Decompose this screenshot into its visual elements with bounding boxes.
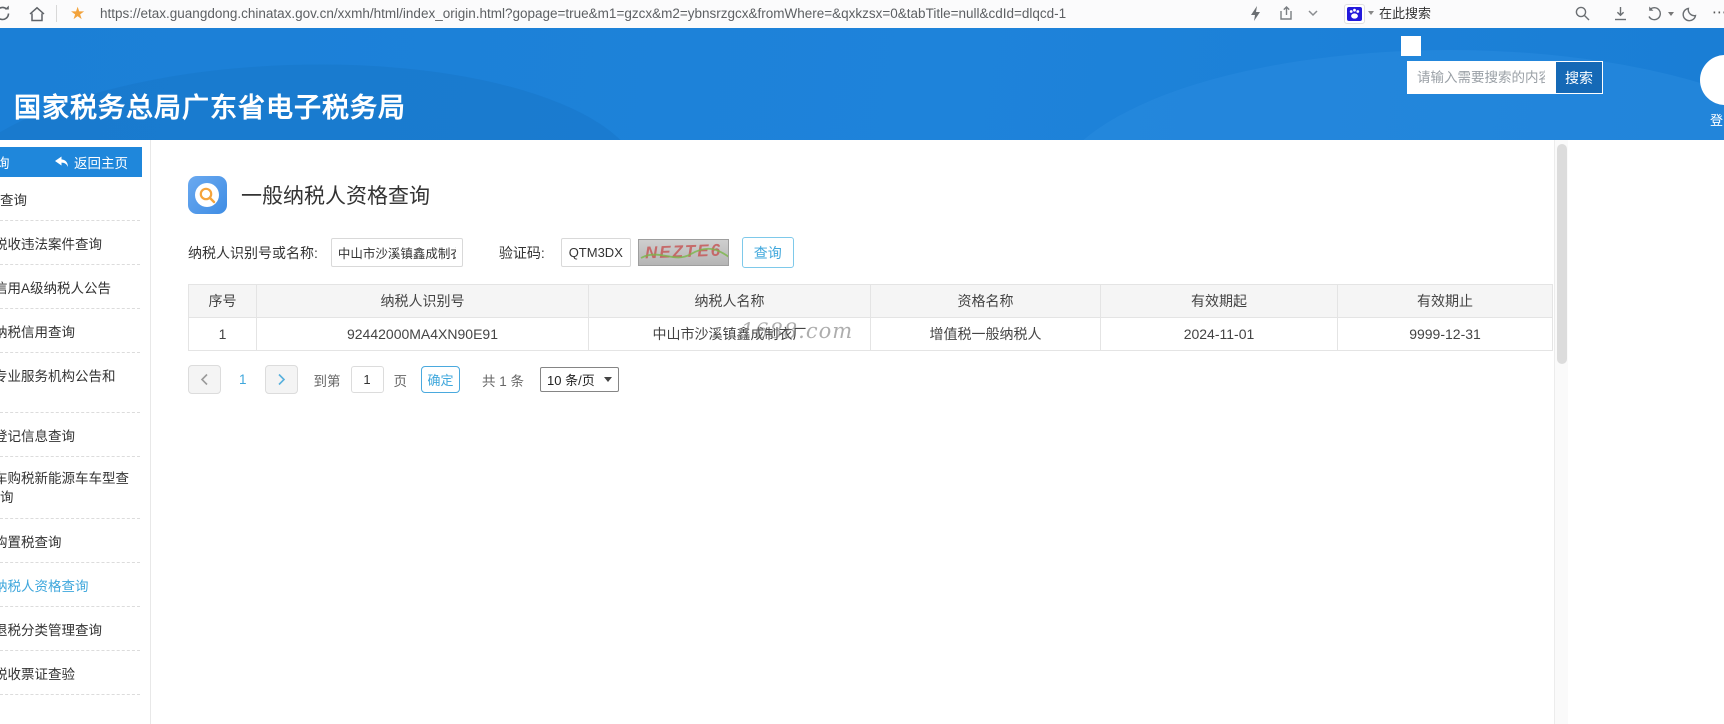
sidebar-item-tax-violation-case-query[interactable]: 税收违法案件查询 — [0, 221, 142, 265]
undo-dropdown-caret-icon[interactable] — [1668, 12, 1674, 16]
prev-page-button[interactable] — [188, 365, 221, 394]
query-form: 纳税人识别号或名称: 验证码: NEZTE6 查询 — [188, 237, 1724, 268]
captcha-noise-line-icon — [640, 247, 728, 259]
sidebar-item-taxpayer-qualification-query[interactable]: 纳税人资格查询 — [0, 563, 142, 607]
chevron-down-icon[interactable] — [1306, 5, 1320, 21]
back-home-link[interactable]: 返回主页 — [54, 152, 128, 172]
prev-arrow-icon — [200, 373, 208, 386]
current-page-number[interactable]: 1 — [239, 372, 247, 387]
paw-dropdown-caret-icon[interactable] — [1368, 11, 1374, 15]
site-banner: 国家税务总局广东省电子税务局 搜索 登 — [0, 28, 1724, 140]
captcha-label: 验证码: — [498, 244, 545, 261]
sidebar-item-new-energy-vehicle-type-query[interactable]: 车购税新能源车车型查询 — [0, 457, 142, 519]
find-icon[interactable] — [1574, 5, 1591, 22]
sidebar-item-grade-a-taxpayer-notice[interactable]: 信用A级纳税人公告 — [0, 265, 142, 309]
cell-taxpayer-name: 中山市沙溪镇鑫成制衣厂 1688.com — [588, 317, 871, 351]
refresh-icon[interactable] — [0, 4, 12, 23]
banner-decoration — [1050, 50, 1724, 140]
next-page-button[interactable] — [264, 365, 298, 394]
col-taxpayer-id: 纳税人识别号 — [256, 284, 589, 318]
cell-valid-from: 2024-11-01 — [1100, 317, 1338, 351]
sidebar-header-bar[interactable]: 询 返回主页 — [0, 147, 142, 177]
cell-qualification: 增值税一般纳税人 — [870, 317, 1101, 351]
back-arrow-icon — [55, 156, 68, 167]
sidebar-item-query[interactable]: 查询 — [0, 177, 142, 221]
page-title: 一般纳税人资格查询 — [241, 185, 430, 208]
sidebar-item-purchase-tax-query[interactable]: 购置税查询 — [0, 519, 142, 563]
banner-white-box — [1401, 36, 1421, 56]
select-caret-icon — [603, 377, 612, 382]
col-valid-to: 有效期止 — [1337, 284, 1553, 318]
query-button[interactable]: 查询 — [741, 237, 794, 268]
sidebar-item-tax-credit-query[interactable]: 纳税信用查询 — [0, 309, 142, 353]
scrollbar-thumb[interactable] — [1557, 144, 1567, 364]
goto-page-input[interactable] — [350, 366, 384, 393]
goto-suffix-label: 页 — [393, 373, 408, 389]
dark-mode-moon-icon[interactable] — [1682, 5, 1699, 22]
paw-search-badge-icon[interactable] — [1344, 4, 1365, 24]
history-undo-icon[interactable] — [1646, 5, 1663, 22]
next-arrow-icon — [277, 373, 285, 386]
toolbar-divider — [56, 5, 57, 22]
browser-toolbar: ★ https://etax.guangdong.chinatax.gov.cn… — [0, 0, 1724, 28]
share-icon[interactable] — [1278, 5, 1295, 22]
captcha-input[interactable] — [560, 238, 631, 267]
content-area: 询 返回主页 查询 税收违法案件查询 信用A级纳税人公告 纳税信用查询 专业服务… — [0, 140, 1724, 724]
col-valid-from: 有效期起 — [1100, 284, 1338, 318]
sidebar-menu: 询 返回主页 查询 税收违法案件查询 信用A级纳税人公告 纳税信用查询 专业服务… — [0, 140, 151, 724]
page-size-value: 10 条/页 — [547, 373, 595, 388]
cell-valid-to: 9999-12-31 — [1337, 317, 1553, 351]
confirm-page-button[interactable]: 确定 — [421, 366, 461, 393]
login-label[interactable]: 登 — [1710, 110, 1723, 129]
col-qualification: 资格名称 — [870, 284, 1101, 318]
home-icon[interactable] — [28, 5, 46, 23]
cell-seq: 1 — [188, 317, 257, 351]
sidebar-item-registration-info-query[interactable]: 登记信息查询 — [0, 413, 142, 457]
page-title-row: 一般纳税人资格查询 — [188, 176, 1724, 214]
table-row: 1 92442000MA4XN90E91 中山市沙溪镇鑫成制衣厂 1688.co… — [188, 317, 1553, 351]
table-header-row: 序号 纳税人识别号 纳税人名称 资格名称 有效期起 有效期止 — [188, 284, 1553, 318]
page-size-select[interactable]: 10 条/页 — [540, 367, 619, 392]
banner-search-input[interactable] — [1407, 61, 1555, 94]
bookmark-star-icon[interactable]: ★ — [70, 4, 85, 24]
goto-prefix-label: 到第 — [313, 373, 341, 389]
content-scrollbar[interactable] — [1554, 140, 1568, 724]
banner-search-button[interactable]: 搜索 — [1555, 61, 1603, 94]
download-icon[interactable] — [1612, 5, 1629, 22]
banner-search: 搜索 — [1407, 61, 1603, 94]
site-title: 国家税务总局广东省电子税务局 — [14, 93, 406, 123]
col-seq: 序号 — [188, 284, 257, 318]
menu-title-fragment: 询 — [0, 152, 10, 172]
total-count-label: 共 1 条 — [482, 373, 525, 389]
more-menu-icon[interactable]: ⋯ — [1712, 3, 1724, 21]
captcha-image[interactable]: NEZTE6 — [637, 239, 729, 266]
cell-taxpayer-id: 92442000MA4XN90E91 — [256, 317, 589, 351]
search-here-label[interactable]: 在此搜索 — [1379, 0, 1431, 28]
col-taxpayer-name: 纳税人名称 — [588, 284, 871, 318]
taxpayer-id-input[interactable] — [330, 238, 463, 267]
main-panel: 一般纳税人资格查询 纳税人识别号或名称: 验证码: NEZTE6 查询 序号 纳… — [151, 140, 1724, 724]
lightning-icon[interactable] — [1248, 5, 1264, 22]
back-home-label: 返回主页 — [74, 156, 128, 171]
magnifier-app-icon — [188, 176, 227, 214]
taxpayer-id-label: 纳税人识别号或名称: — [188, 244, 318, 261]
sidebar-item-professional-service-agency-notice[interactable]: 专业服务机构公告和 — [0, 353, 142, 413]
sidebar-item-tax-receipt-verification[interactable]: 税收票证查验 — [0, 651, 142, 695]
address-bar[interactable]: https://etax.guangdong.chinatax.gov.cn/x… — [100, 0, 1066, 28]
sidebar-item-refund-classification-query[interactable]: 退税分类管理查询 — [0, 607, 142, 651]
result-table: 序号 纳税人识别号 纳税人名称 资格名称 有效期起 有效期止 1 9244200… — [188, 284, 1553, 351]
pagination-bar: 1 到第 页 确定 共 1 条 10 条/页 — [188, 365, 1724, 394]
